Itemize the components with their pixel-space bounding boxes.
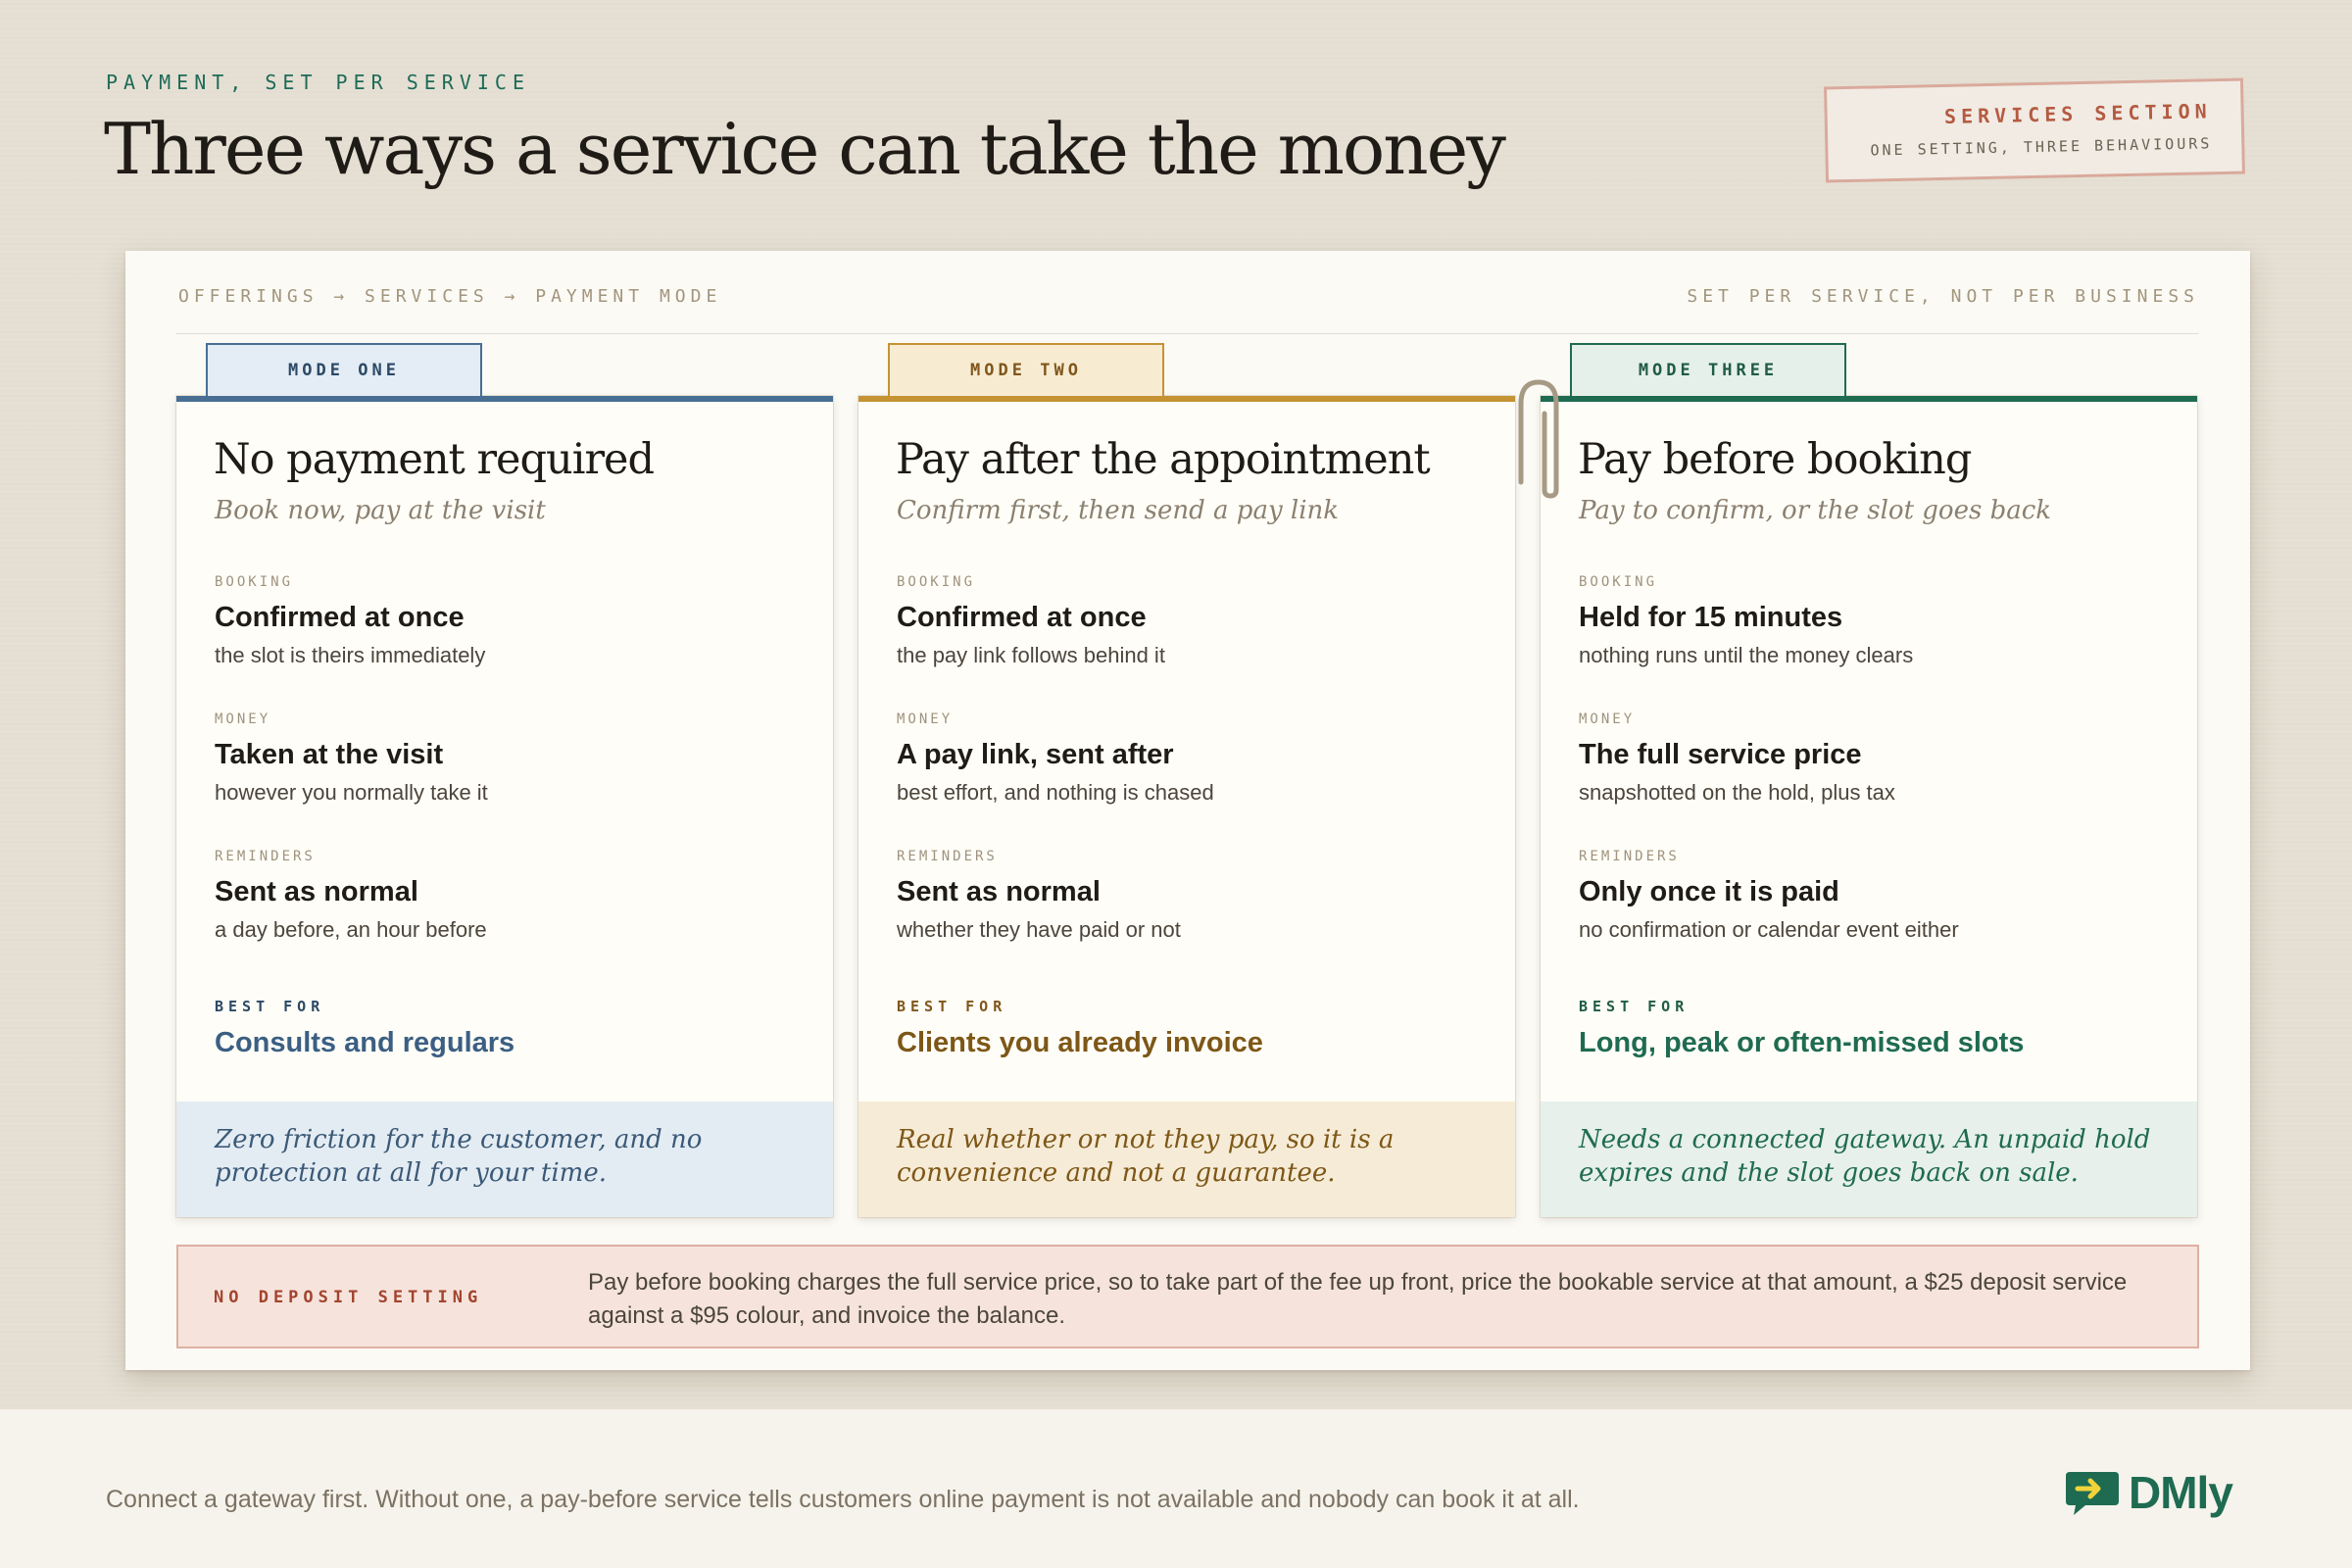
money-label: MONEY — [215, 711, 271, 727]
best-for: BEST FOR Clients you already invoice — [897, 998, 1263, 1059]
scope-note: SET PER SERVICE, NOT PER BUSINESS — [1687, 286, 2199, 307]
money-value: The full service price — [1579, 739, 1862, 770]
card-subtitle: Confirm first, then send a pay link — [897, 496, 1340, 525]
booking-value: Held for 15 minutes — [1579, 602, 1843, 633]
section-stamp: SERVICES SECTION ONE SETTING, THREE BEHA… — [1824, 77, 2245, 183]
booking-row: BOOKING Confirmed at once the slot is th… — [215, 574, 804, 668]
booking-row: BOOKING Confirmed at once the pay link f… — [897, 574, 1486, 668]
divider — [176, 333, 2199, 334]
booking-row: BOOKING Held for 15 minutes nothing runs… — [1579, 574, 2168, 668]
best-for-label: BEST FOR — [215, 998, 325, 1015]
paperclip-icon — [1518, 379, 1559, 499]
best-for-value: Clients you already invoice — [897, 1027, 1263, 1058]
mode-card-two: MODE TWO Pay after the appointment Confi… — [858, 343, 1515, 1217]
footer-bar: Connect a gateway first. Without one, a … — [0, 1409, 2352, 1568]
best-for-label: BEST FOR — [897, 998, 1007, 1015]
money-row: MONEY A pay link, sent after best effort… — [897, 711, 1486, 806]
booking-note: the slot is theirs immediately — [215, 643, 486, 667]
card-subtitle: Pay to confirm, or the slot goes back — [1579, 496, 2052, 525]
booking-label: BOOKING — [897, 574, 976, 590]
card-footer: Real whether or not they pay, so it is a… — [858, 1102, 1515, 1217]
reminders-row: REMINDERS Sent as normal a day before, a… — [215, 849, 804, 943]
page-title: Three ways a service can take the money — [104, 108, 1506, 190]
deposit-text: Pay before booking charges the full serv… — [588, 1269, 2128, 1329]
money-value: A pay link, sent after — [897, 739, 1174, 770]
money-note: however you normally take it — [215, 780, 488, 805]
mode-card-one: MODE ONE No payment required Book now, p… — [176, 343, 833, 1217]
reminders-value: Only once it is paid — [1579, 876, 1839, 907]
arrow-chat-icon — [2066, 1472, 2119, 1515]
booking-value: Confirmed at once — [897, 602, 1147, 633]
card-title: No payment required — [214, 435, 655, 484]
footer-text: Connect a gateway first. Without one, a … — [106, 1486, 1580, 1513]
best-for: BEST FOR Long, peak or often-missed slot… — [1579, 998, 2024, 1059]
deposit-label: NO DEPOSIT SETTING — [214, 1288, 483, 1307]
money-note: best effort, and nothing is chased — [897, 780, 1214, 805]
booking-label: BOOKING — [215, 574, 294, 590]
card-subtitle: Book now, pay at the visit — [215, 496, 546, 525]
brand-logo: DMly — [2064, 1466, 2233, 1519]
payment-modes-panel: OFFERINGS → SERVICES → PAYMENT MODE SET … — [125, 251, 2250, 1370]
best-for-value: Consults and regulars — [215, 1027, 515, 1058]
reminders-label: REMINDERS — [1579, 849, 1680, 864]
stamp-title: SERVICES SECTION — [1943, 99, 2212, 128]
money-value: Taken at the visit — [215, 739, 444, 770]
best-for: BEST FOR Consults and regulars — [215, 998, 514, 1059]
reminders-note: a day before, an hour before — [215, 917, 487, 942]
reminders-value: Sent as normal — [215, 876, 418, 907]
reminders-note: whether they have paid or not — [897, 917, 1181, 942]
stamp-subtitle: ONE SETTING, THREE BEHAVIOURS — [1870, 134, 2213, 160]
booking-note: the pay link follows behind it — [897, 643, 1165, 667]
logo-wordmark: DMly — [2129, 1467, 2233, 1518]
tab-mode-two[interactable]: MODE TWO — [888, 343, 1164, 396]
money-row: MONEY The full service price snapshotted… — [1579, 711, 2168, 806]
breadcrumb: OFFERINGS → SERVICES → PAYMENT MODE — [178, 286, 722, 307]
reminders-row: REMINDERS Only once it is paid no confir… — [1579, 849, 2168, 943]
reminders-value: Sent as normal — [897, 876, 1101, 907]
card-title: Pay after the appointment — [896, 435, 1431, 484]
card-title: Pay before booking — [1578, 435, 1972, 484]
money-row: MONEY Taken at the visit however you nor… — [215, 711, 804, 806]
tab-mode-three[interactable]: MODE THREE — [1570, 343, 1846, 396]
money-label: MONEY — [1579, 711, 1636, 727]
eyebrow: PAYMENT, SET PER SERVICE — [106, 71, 530, 94]
card-footer: Needs a connected gateway. An unpaid hol… — [1541, 1102, 2197, 1217]
tab-mode-one[interactable]: MODE ONE — [206, 343, 482, 396]
deposit-note: NO DEPOSIT SETTING Pay before booking ch… — [176, 1245, 2199, 1348]
best-for-label: BEST FOR — [1579, 998, 1690, 1015]
reminders-row: REMINDERS Sent as normal whether they ha… — [897, 849, 1486, 943]
reminders-label: REMINDERS — [215, 849, 316, 864]
card-footer: Zero friction for the customer, and no p… — [176, 1102, 833, 1217]
booking-note: nothing runs until the money clears — [1579, 643, 1914, 667]
booking-value: Confirmed at once — [215, 602, 465, 633]
money-note: snapshotted on the hold, plus tax — [1579, 780, 1895, 805]
best-for-value: Long, peak or often-missed slots — [1579, 1027, 2025, 1058]
reminders-note: no confirmation or calendar event either — [1579, 917, 1959, 942]
reminders-label: REMINDERS — [897, 849, 998, 864]
mode-card-three: MODE THREE Pay before booking Pay to con… — [1541, 343, 2197, 1217]
money-label: MONEY — [897, 711, 954, 727]
booking-label: BOOKING — [1579, 574, 1658, 590]
